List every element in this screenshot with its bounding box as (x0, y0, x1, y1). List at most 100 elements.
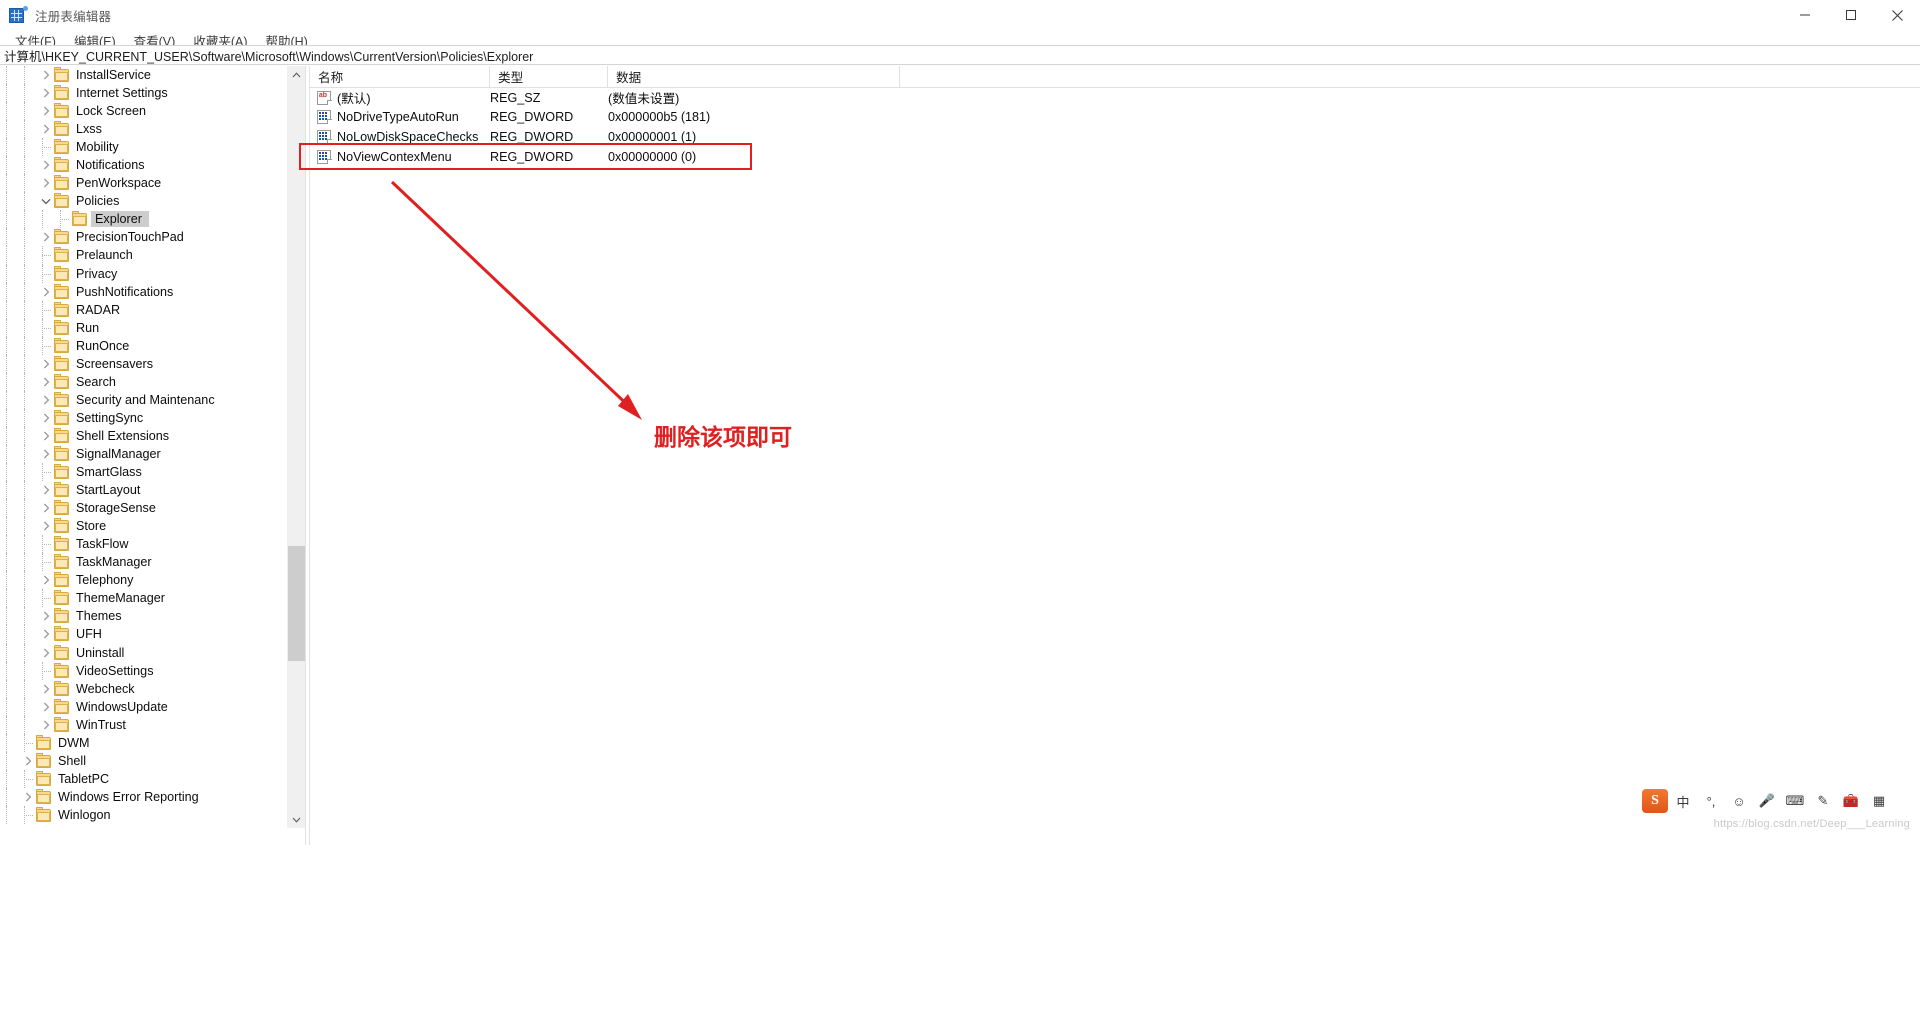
tree-item[interactable]: Shell Extensions (0, 426, 288, 445)
tree-guide-line (6, 751, 8, 770)
chevron-right-icon[interactable] (38, 481, 54, 499)
tree-item[interactable]: Windows Error Reporting (0, 787, 288, 806)
scroll-down-button[interactable] (288, 811, 305, 828)
table-row[interactable]: ab (默认) REG_SZ (数值未设置) (310, 88, 1920, 108)
column-header-type[interactable]: 类型 (490, 66, 608, 87)
chevron-right-icon[interactable] (38, 156, 54, 174)
keyboard-icon[interactable]: ⌨ (1782, 789, 1808, 813)
chevron-down-icon[interactable] (38, 192, 54, 210)
tree-item[interactable]: Lxss (0, 120, 288, 139)
address-bar[interactable]: 计算机\HKEY_CURRENT_USER\Software\Microsoft… (0, 45, 1920, 65)
tree-item[interactable]: TabletPC (0, 769, 288, 788)
tree-item[interactable]: PenWorkspace (0, 174, 288, 193)
tree-item[interactable]: Themes (0, 607, 288, 626)
tree-item[interactable]: Run (0, 318, 288, 337)
maximize-button[interactable] (1828, 0, 1874, 30)
chevron-right-icon[interactable] (20, 752, 36, 770)
tree-item[interactable]: SmartGlass (0, 463, 288, 482)
tree-item[interactable]: Prelaunch (0, 246, 288, 265)
tree-item[interactable]: StartLayout (0, 481, 288, 500)
tree-item[interactable]: Telephony (0, 571, 288, 590)
tree-item[interactable]: Explorer (0, 210, 288, 229)
tree-item[interactable]: Security and Maintenanc (0, 390, 288, 409)
tree-scroll-thumb[interactable] (288, 546, 305, 661)
tree-item[interactable]: TaskFlow (0, 535, 288, 554)
chevron-right-icon[interactable] (38, 373, 54, 391)
chevron-right-icon[interactable] (38, 644, 54, 662)
chevron-right-icon[interactable] (38, 698, 54, 716)
registry-tree[interactable]: InstallService Internet Settings Lock Scre… (0, 66, 288, 828)
column-header-name[interactable]: 名称 (310, 66, 490, 87)
tree-item[interactable]: Lock Screen (0, 102, 288, 121)
chevron-right-icon[interactable] (38, 84, 54, 102)
tree-item[interactable]: Notifications (0, 156, 288, 175)
tree-item[interactable]: RADAR (0, 300, 288, 319)
chevron-right-icon[interactable] (20, 788, 36, 806)
chevron-right-icon[interactable] (38, 716, 54, 734)
tree-item[interactable]: InstallService (0, 66, 288, 85)
tree-item[interactable]: StorageSense (0, 499, 288, 518)
tree-item[interactable]: Shell (0, 751, 288, 770)
punctuation-icon[interactable]: °, (1698, 789, 1724, 813)
tree-guide-line (24, 643, 26, 662)
chinese-mode-icon[interactable]: 中 (1670, 789, 1696, 813)
microphone-icon[interactable]: 🎤 (1754, 789, 1780, 813)
chevron-right-icon[interactable] (38, 409, 54, 427)
tree-item[interactable]: DWM (0, 733, 288, 752)
tree-item[interactable]: Policies (0, 192, 288, 211)
column-header-data[interactable]: 数据 (608, 66, 900, 87)
tree-item[interactable]: SettingSync (0, 408, 288, 427)
tree-item[interactable]: Internet Settings (0, 84, 288, 103)
registry-values-list[interactable]: ab (默认) REG_SZ (数值未设置) NoDriveTypeAutoRun REG… (310, 88, 1920, 166)
ime-toolbar[interactable]: S 中 °, ☺ 🎤 ⌨ ✎ 🧰 ▦ (1642, 788, 1892, 814)
table-row[interactable]: NoViewContexMenu REG_DWORD 0x00000000 (0) (310, 147, 1920, 167)
handwriting-icon[interactable]: ✎ (1810, 789, 1836, 813)
emoji-icon[interactable]: ☺ (1726, 789, 1752, 813)
table-row[interactable]: NoDriveTypeAutoRun REG_DWORD 0x000000b5 (1… (310, 108, 1920, 128)
minimize-button[interactable] (1782, 0, 1828, 30)
chevron-right-icon[interactable] (38, 120, 54, 138)
tree-item[interactable]: SignalManager (0, 444, 288, 464)
panel-icon[interactable]: ▦ (1866, 789, 1892, 813)
close-button[interactable] (1874, 0, 1920, 30)
tree-item[interactable]: Search (0, 372, 288, 391)
tree-item[interactable]: Store (0, 517, 288, 536)
chevron-right-icon[interactable] (38, 680, 54, 698)
chevron-right-icon[interactable] (38, 355, 54, 373)
chevron-right-icon[interactable] (38, 228, 54, 246)
tree-item[interactable]: Mobility (0, 138, 288, 157)
tree-item[interactable]: Winlogon (0, 805, 288, 824)
tree-item[interactable]: Screensavers (0, 354, 288, 373)
chevron-right-icon[interactable] (38, 571, 54, 589)
scroll-up-button[interactable] (288, 66, 305, 83)
tree-item[interactable]: Privacy (0, 264, 288, 283)
toolbox-icon[interactable]: 🧰 (1838, 789, 1864, 813)
chevron-right-icon[interactable] (38, 283, 54, 301)
tree-item[interactable]: TaskManager (0, 553, 288, 572)
chevron-right-icon[interactable] (38, 174, 54, 192)
sogou-ime-logo[interactable]: S (1642, 789, 1668, 813)
chevron-right-icon[interactable] (38, 445, 54, 463)
tree-item[interactable]: UFH (0, 625, 288, 644)
chevron-right-icon[interactable] (38, 391, 54, 409)
chevron-right-icon[interactable] (38, 66, 54, 84)
tree-item[interactable]: RunOnce (0, 336, 288, 355)
tree-item[interactable]: PrecisionTouchPad (0, 228, 288, 247)
tree-item[interactable]: VideoSettings (0, 661, 288, 680)
chevron-right-icon[interactable] (38, 427, 54, 445)
tree-item[interactable]: Webcheck (0, 679, 288, 698)
chevron-right-icon[interactable] (38, 499, 54, 517)
tree-item[interactable]: WindowsUpdate (0, 697, 288, 716)
chevron-right-icon[interactable] (38, 102, 54, 120)
chevron-right-icon[interactable] (38, 517, 54, 535)
chevron-right-icon[interactable] (38, 625, 54, 643)
folder-icon (54, 626, 69, 642)
tree-item[interactable]: WinTrust (0, 715, 288, 734)
table-row[interactable]: NoLowDiskSpaceChecks REG_DWORD 0x00000001 … (310, 127, 1920, 147)
chevron-right-icon[interactable] (38, 607, 54, 625)
tree-item[interactable]: PushNotifications (0, 282, 288, 301)
tree-item[interactable]: Uninstall (0, 643, 288, 662)
tree-item[interactable]: ThemeManager (0, 589, 288, 608)
tree-vertical-scrollbar[interactable] (287, 66, 305, 828)
string-value-icon: ab (317, 90, 332, 105)
